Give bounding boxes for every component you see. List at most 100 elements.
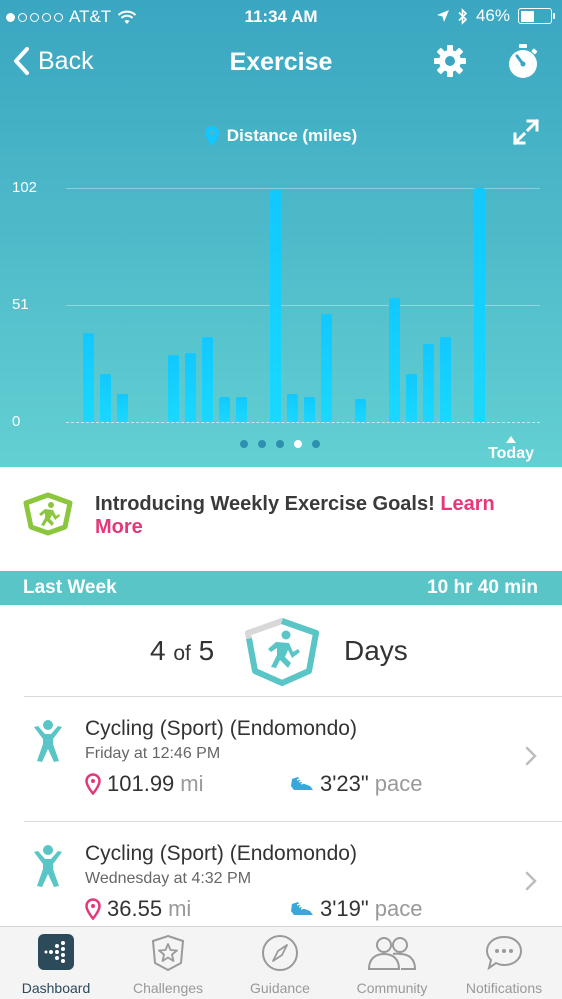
- activity-figure-icon: [32, 844, 64, 893]
- page-title: Exercise: [229, 48, 333, 76]
- chart-bar[interactable]: [304, 396, 315, 422]
- battery-fill: [520, 10, 534, 22]
- chart-bar[interactable]: [83, 332, 94, 422]
- status-bar: AT&T 11:34 AM 46%: [0, 0, 562, 34]
- exercise-time: Friday at 12:46 PM: [85, 745, 221, 762]
- distance-unit: mi: [180, 771, 204, 796]
- chart-bar[interactable]: [406, 373, 417, 422]
- exercise-time: Wednesday at 4:32 PM: [85, 870, 252, 887]
- exercise-goal-badge-icon: [23, 492, 73, 541]
- today-label: Today: [488, 445, 534, 462]
- chart-gridline: [66, 305, 540, 306]
- y-tick-label: 102: [12, 179, 38, 196]
- distance-unit: mi: [168, 896, 192, 921]
- people-icon: [367, 937, 417, 970]
- tab-bar: Dashboard Challenges Guidance Community …: [0, 926, 562, 999]
- chart-bar[interactable]: [185, 353, 196, 422]
- chat-bubble-icon: [485, 935, 523, 971]
- map-pin-icon: [85, 898, 101, 920]
- section-label: Last Week: [23, 577, 117, 598]
- pager-dot[interactable]: [258, 440, 266, 448]
- goal-done: 4: [150, 635, 166, 666]
- chart-bar[interactable]: [270, 190, 281, 422]
- chart-gridline: [66, 188, 540, 189]
- chart-bar[interactable]: [321, 314, 332, 422]
- settings-button[interactable]: [433, 44, 467, 83]
- distance-value: 36.55: [107, 896, 163, 921]
- tab-notifications[interactable]: Notifications: [448, 927, 560, 999]
- chart-bar[interactable]: [355, 399, 366, 422]
- nav-bar: Back Exercise: [0, 36, 562, 92]
- tab-dashboard[interactable]: Dashboard: [0, 927, 112, 999]
- tab-community[interactable]: Community: [336, 927, 448, 999]
- bluetooth-icon: [458, 7, 468, 25]
- star-badge-icon: [151, 934, 185, 972]
- pace-unit: pace: [374, 896, 423, 921]
- exercise-title: Cycling (Sport) (Endomondo): [85, 717, 357, 740]
- pager-dot[interactable]: [240, 440, 248, 448]
- chart-bar[interactable]: [474, 188, 485, 422]
- tab-label: Notifications: [465, 980, 543, 996]
- compass-icon: [262, 935, 298, 971]
- goal-progress-badge-icon: [242, 617, 322, 694]
- tab-label: Community: [356, 980, 428, 996]
- map-pin-icon: [85, 773, 101, 795]
- goal-progress-count: 4 of 5: [150, 635, 214, 667]
- promo-message: Introducing Weekly Exercise Goals!: [95, 493, 441, 515]
- exercise-distance: 101.99 mi: [85, 771, 204, 797]
- promo-text: Introducing Weekly Exercise Goals! Learn…: [95, 493, 535, 539]
- stopwatch-icon: [509, 44, 538, 78]
- shoe-icon: [291, 777, 313, 790]
- exercise-header: AT&T 11:34 AM 46% Back Exercise Distance…: [0, 0, 562, 467]
- gear-icon: [434, 45, 466, 77]
- chart-bar[interactable]: [440, 337, 451, 422]
- shoe-icon: [291, 902, 313, 915]
- battery-icon: [518, 8, 555, 24]
- y-tick-label: 0: [12, 413, 21, 430]
- chart-bar[interactable]: [202, 337, 213, 422]
- weekly-goals-promo[interactable]: Introducing Weekly Exercise Goals! Learn…: [0, 467, 562, 571]
- chart-baseline: [66, 422, 540, 423]
- section-total-time: 10 hr 40 min: [427, 577, 538, 598]
- chart-bar[interactable]: [100, 373, 111, 422]
- chevron-right-icon: [524, 870, 538, 897]
- goal-unit: Days: [344, 635, 408, 666]
- goal-target: 5: [198, 635, 215, 666]
- dashboard-icon: [38, 934, 74, 970]
- tab-guidance[interactable]: Guidance: [224, 927, 336, 999]
- pager-dot[interactable]: [294, 440, 302, 448]
- chevron-right-icon: [524, 745, 538, 772]
- today-marker[interactable]: Today: [488, 436, 534, 463]
- tab-label: Dashboard: [21, 980, 91, 996]
- chart-bar[interactable]: [389, 298, 400, 422]
- exercise-list-item[interactable]: Cycling (Sport) (Endomondo) Friday at 12…: [0, 697, 562, 821]
- distance-value: 101.99: [107, 771, 175, 796]
- y-tick-label: 51: [12, 296, 29, 313]
- chart-bar[interactable]: [117, 394, 128, 422]
- chart-bar[interactable]: [287, 394, 298, 422]
- distance-chart[interactable]: 102 51 0: [0, 170, 562, 470]
- chart-bar[interactable]: [236, 396, 247, 422]
- expand-chart-button[interactable]: [512, 118, 540, 151]
- exercise-title: Cycling (Sport) (Endomondo): [85, 842, 357, 865]
- chart-bar[interactable]: [219, 396, 230, 422]
- tab-label: Challenges: [132, 980, 204, 996]
- battery-percent: 46%: [475, 6, 510, 25]
- pager-dot[interactable]: [276, 440, 284, 448]
- pace-value: 3'19": [320, 896, 369, 921]
- today-caret-icon: [506, 436, 517, 443]
- tab-challenges[interactable]: Challenges: [112, 927, 224, 999]
- chart-pager: [240, 440, 320, 448]
- chart-bar[interactable]: [168, 355, 179, 422]
- weekly-goal-summary: 4 of 5 Days: [0, 605, 562, 697]
- location-arrow-icon: [436, 10, 449, 22]
- map-pin-icon: [204, 126, 219, 146]
- activity-figure-icon: [32, 719, 64, 768]
- tab-label: Guidance: [250, 980, 310, 996]
- chart-bar[interactable]: [423, 344, 434, 422]
- last-week-header: Last Week 10 hr 40 min: [0, 571, 562, 605]
- chart-metric-label[interactable]: Distance (miles): [0, 126, 562, 146]
- expand-icon: [512, 118, 540, 146]
- stopwatch-button[interactable]: [506, 44, 540, 85]
- pager-dot[interactable]: [312, 440, 320, 448]
